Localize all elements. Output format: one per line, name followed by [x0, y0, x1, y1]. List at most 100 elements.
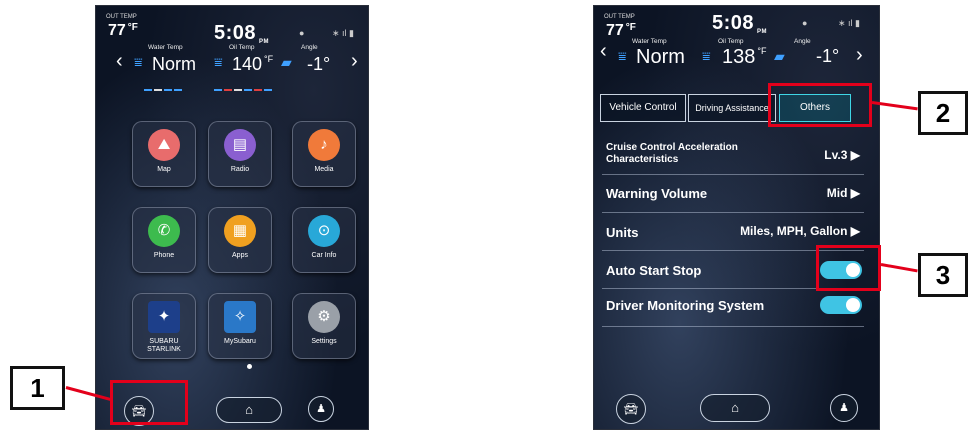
setting-value-text: Mid	[826, 186, 848, 200]
tab-vehicle-control[interactable]: Vehicle Control	[600, 94, 686, 122]
app-label: MySubaru	[224, 338, 256, 345]
setting-value: Mid ▶	[827, 186, 860, 200]
app-label: Media	[314, 166, 334, 173]
app-label: Settings	[311, 338, 337, 345]
annotation-label-3: 3	[918, 253, 968, 297]
car-info-icon: ⊙	[308, 215, 340, 247]
water-temp-label: Water Temp	[632, 38, 667, 45]
chevron-right-icon: ▶	[850, 186, 860, 200]
water-temp-icon: ⩸	[134, 54, 143, 70]
bluetooth-signal-battery-icon: ∗ ıl ▮	[838, 18, 860, 28]
oil-temp-label: Oil Temp	[718, 38, 744, 45]
profile-button[interactable]: ♟	[308, 396, 334, 422]
chevron-left-icon[interactable]: ‹	[116, 50, 123, 73]
user-icon: ♟	[316, 403, 326, 415]
bottom-dock: 🚘︎ ⌂ ♟	[594, 391, 879, 429]
setting-name: Cruise Control Acceleration Characterist…	[606, 142, 738, 165]
user-icon: ♟	[839, 402, 849, 414]
app-map[interactable]: ⛰ Map	[132, 121, 196, 187]
chevron-left-icon[interactable]: ‹	[600, 40, 607, 63]
app-apps[interactable]: ▦ Apps	[208, 207, 272, 273]
angle-label: Angle	[301, 44, 318, 51]
profile-button[interactable]: ♟	[830, 394, 858, 422]
home-icon: ⌂	[245, 402, 253, 417]
gauge-strip[interactable]: ‹ Water Temp ⩸ Norm Oil Temp ⩸ 138 °F Ang…	[594, 34, 879, 76]
oil-temp-unit: °F	[264, 54, 274, 64]
app-mysubaru[interactable]: ✧ MySubaru	[208, 293, 272, 359]
setting-row-driver-monitoring[interactable]: Driver Monitoring System	[602, 288, 864, 327]
water-temp-label: Water Temp	[148, 44, 183, 51]
out-temp-unit: °F	[625, 22, 636, 33]
starlink-icon: ✦	[148, 301, 180, 333]
chevron-right-icon: ▶	[850, 224, 860, 238]
clock-time: 5:08	[214, 22, 257, 44]
settings-screen: OUT TEMP 77 °F 5:08 PM ● ∗ ıl ▮ ‹ Water Te…	[593, 5, 880, 430]
vehicle-angle-icon: ▰	[774, 48, 785, 64]
annotation-highlight-1	[110, 380, 188, 425]
tab-driving-assistance[interactable]: Driving Assistance	[688, 94, 776, 122]
gauge-strip[interactable]: ‹ Water Temp ⩸ Norm Oil Temp ⩸ 140 °F Ang…	[96, 44, 368, 91]
out-temp-value: 77	[108, 22, 126, 39]
oil-temp-value: 140	[232, 54, 263, 74]
setting-row-cruise-control[interactable]: Cruise Control Acceleration Characterist…	[602, 136, 864, 175]
settings-gear-icon: ⚙	[308, 301, 340, 333]
mysubaru-icon: ✧	[224, 301, 256, 333]
setting-name: Warning Volume	[606, 186, 708, 201]
app-media[interactable]: ♪ Media	[292, 121, 356, 187]
water-temp-value: Norm	[636, 46, 685, 68]
app-label: Phone	[153, 252, 175, 259]
setting-name: Auto Start Stop	[606, 263, 702, 278]
chevron-right-icon: ▶	[850, 148, 860, 162]
app-label: SUBARU STARLINK	[147, 338, 181, 353]
water-temp-bars	[144, 78, 184, 91]
out-temp-label: OUT TEMP	[106, 14, 137, 20]
setting-name: Units	[606, 225, 639, 240]
oil-temp: 140 °F	[232, 54, 273, 75]
app-starlink[interactable]: ✦ SUBARU STARLINK	[132, 293, 196, 359]
media-icon: ♪	[308, 129, 340, 161]
app-label: Radio	[230, 166, 250, 173]
phone-icon: ✆	[148, 215, 180, 247]
clock-time: 5:08	[712, 12, 755, 34]
driver-monitoring-toggle[interactable]	[820, 296, 862, 314]
home-button[interactable]: ⌂	[216, 397, 282, 423]
annotation-highlight-2	[768, 83, 872, 127]
angle-label: Angle	[794, 38, 811, 45]
water-temp-icon: ⩸	[618, 48, 627, 64]
chevron-right-icon[interactable]: ›	[856, 44, 863, 67]
app-phone[interactable]: ✆ Phone	[132, 207, 196, 273]
toggle-knob	[846, 298, 860, 312]
setting-value-text: Lv.3	[824, 148, 848, 162]
chevron-right-icon[interactable]: ›	[351, 50, 358, 73]
bluetooth-signal-battery-icon: ∗ ıl ▮	[332, 28, 354, 38]
status-dot-icon: ●	[299, 28, 305, 38]
page-indicator-dot	[247, 364, 252, 369]
app-radio[interactable]: ▤ Radio	[208, 121, 272, 187]
annotation-label-1: 1	[10, 366, 65, 410]
setting-row-warning-volume[interactable]: Warning Volume Mid ▶	[602, 174, 864, 213]
out-temp-unit: °F	[127, 22, 138, 33]
vehicle-button[interactable]: 🚘︎	[616, 394, 646, 424]
setting-value-text: Miles, MPH, Gallon	[740, 224, 848, 238]
oil-temp: 138 °F	[722, 46, 766, 69]
app-settings[interactable]: ⚙ Settings	[292, 293, 356, 359]
vehicle-angle-icon: ▰	[281, 54, 292, 70]
home-button[interactable]: ⌂	[700, 394, 770, 422]
home-icon: ⌂	[731, 400, 739, 415]
app-car-info[interactable]: ⊙ Car Info	[292, 207, 356, 273]
angle-value: -1°	[816, 46, 840, 66]
home-screen: OUT TEMP 77 °F 5:08 PM ● ∗ ıl ▮ ‹ Water Te…	[95, 5, 369, 430]
angle-value: -1°	[307, 54, 331, 74]
oil-temp-value: 138	[722, 46, 756, 68]
oil-temp-icon: ⩸	[702, 48, 711, 64]
map-icon: ⛰	[148, 129, 180, 161]
annotation-connector-3	[880, 263, 918, 273]
setting-value: Lv.3 ▶	[824, 148, 860, 162]
annotation-label-2: 2	[918, 91, 968, 135]
oil-temp-icon: ⩸	[214, 54, 223, 70]
app-label: Car Info	[311, 252, 337, 259]
oil-temp-unit: °F	[757, 46, 767, 56]
setting-name: Driver Monitoring System	[606, 298, 765, 313]
oil-temp-label: Oil Temp	[229, 44, 255, 51]
app-label: Apps	[232, 252, 248, 259]
